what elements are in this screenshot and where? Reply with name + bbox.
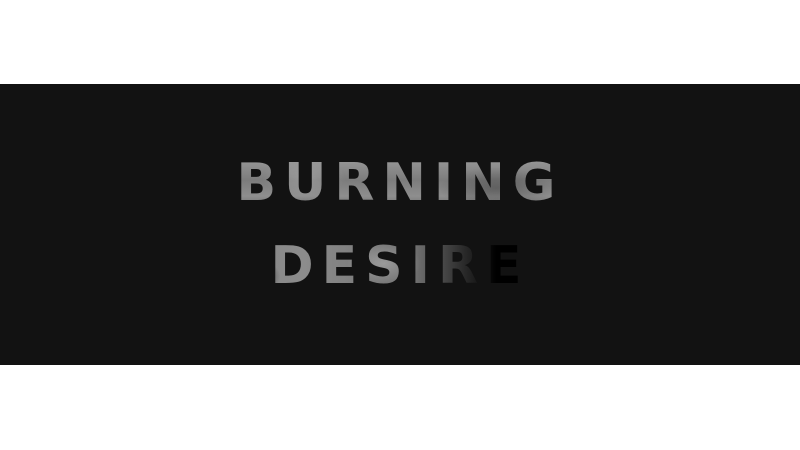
hero-title-line-2: DESIRE (0, 240, 800, 292)
page: BURNING DESIRE (0, 0, 800, 450)
hero-banner: BURNING DESIRE (0, 84, 800, 365)
hero-title-line-1: BURNING (0, 157, 800, 209)
